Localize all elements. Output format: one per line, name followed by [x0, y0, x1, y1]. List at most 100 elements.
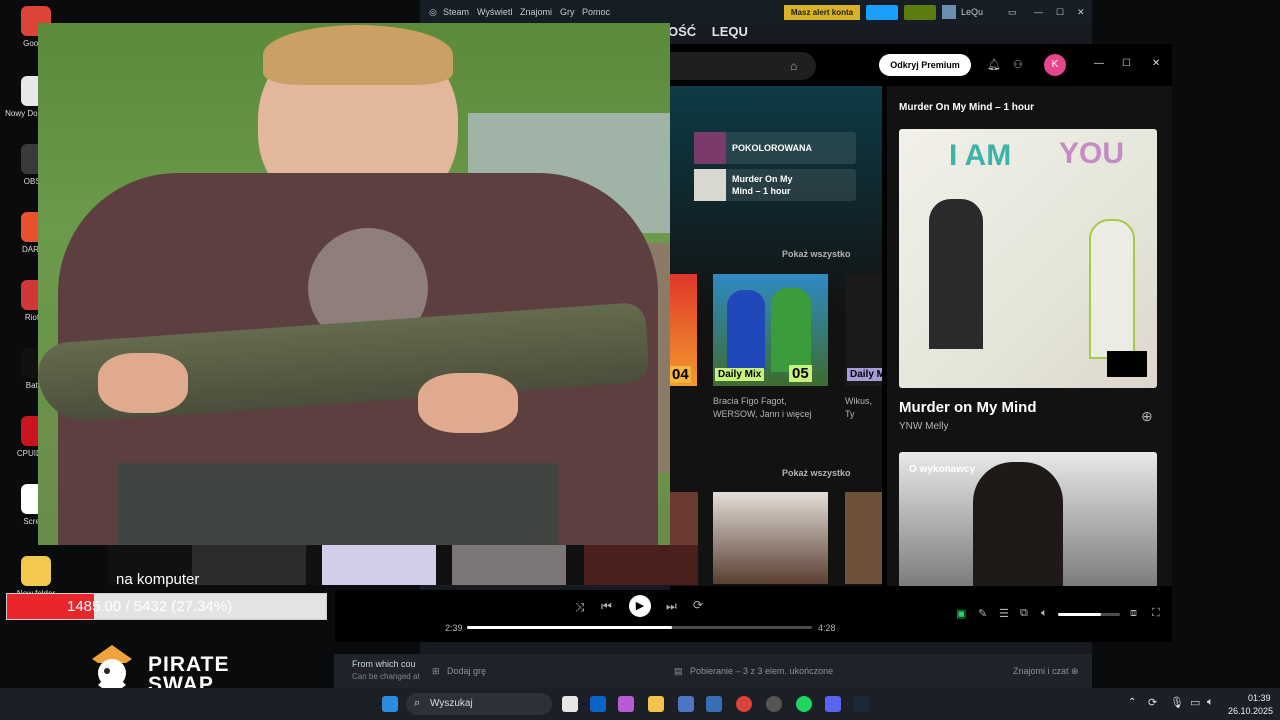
steam-nav: OŚĆ LEQU — [668, 24, 748, 39]
album-cover[interactable] — [845, 492, 882, 584]
show-all-link[interactable]: Pokaż wszystko — [782, 249, 851, 259]
progress-fill — [467, 626, 672, 629]
hand — [418, 373, 518, 433]
network-icon[interactable]: ▭ — [1190, 696, 1200, 709]
album-cover[interactable] — [713, 492, 828, 584]
bell-icon[interactable]: 🔔︎ — [987, 58, 1001, 71]
playlist-cover — [694, 132, 726, 164]
add-to-library-icon[interactable]: ⊕ — [1141, 408, 1153, 425]
fullscreen-icon[interactable]: ⛶ — [1152, 607, 1160, 620]
close-icon[interactable]: ✕ — [1152, 58, 1160, 69]
connect-device-icon[interactable]: ⧉ — [1020, 607, 1028, 620]
spotify-icon[interactable] — [796, 696, 812, 712]
chat-icon[interactable]: ⊕ — [1071, 666, 1079, 677]
search-icon: ⌕ — [414, 697, 421, 709]
steam-username[interactable]: LeQu — [961, 7, 983, 17]
graffiti-text: YOU — [1059, 137, 1125, 170]
daily-mix-label: Daily Mix — [715, 368, 765, 381]
caption-text: na komputer — [116, 571, 200, 588]
search-input[interactable]: ⌕ Wyszukaj — [406, 693, 552, 715]
thumbnail — [322, 545, 436, 585]
copilot-icon[interactable] — [618, 696, 634, 712]
figure-shape — [929, 199, 983, 349]
notifications-button[interactable] — [904, 5, 936, 20]
next-icon[interactable]: ⏭︎ — [666, 599, 677, 614]
lyrics-icon[interactable]: ✎ — [978, 607, 987, 620]
sync-icon[interactable]: ⟳ — [1148, 696, 1157, 709]
menu-steam[interactable]: Steam — [443, 7, 469, 17]
avatar[interactable]: K — [1044, 54, 1066, 76]
now-playing-view-icon[interactable]: ▣ — [956, 607, 966, 620]
volume-slider[interactable] — [1058, 613, 1120, 616]
task-view-icon[interactable] — [562, 696, 578, 712]
shuffle-icon[interactable]: ⤨ — [575, 600, 585, 615]
add-game-button[interactable]: Dodaj grę — [447, 666, 486, 676]
desktop-icon[interactable]: New folder — [0, 556, 72, 598]
menu-games[interactable]: Gry — [560, 7, 575, 17]
announcements-button[interactable] — [866, 5, 898, 20]
steam-icon[interactable] — [853, 696, 869, 712]
chrome-icon[interactable] — [736, 696, 752, 712]
downloads-status[interactable]: Pobieranie – 3 z 3 elem. ukończone — [690, 666, 833, 676]
maximize-icon[interactable]: ☐ — [1056, 7, 1064, 18]
downloads-icon: ▤ — [674, 666, 683, 676]
menu-view[interactable]: Wyświetl — [477, 7, 512, 17]
previous-icon[interactable]: ⏮︎ — [601, 599, 612, 614]
steam-logo-icon[interactable]: ◎ — [429, 7, 437, 18]
daily-mix-number: 05 — [789, 365, 812, 382]
file-explorer-icon[interactable] — [648, 696, 664, 712]
about-artist-card[interactable]: O wykonawcy — [899, 452, 1157, 586]
playlist-title: POKOLOROWANA — [732, 143, 812, 153]
discord-icon[interactable] — [825, 696, 841, 712]
minimize-icon[interactable]: — — [1094, 58, 1104, 69]
outlook-icon[interactable] — [590, 696, 606, 712]
nav-profile[interactable]: LEQU — [712, 24, 748, 39]
thumbnail — [452, 545, 566, 585]
player-bar: ⤨ ⏮︎ ▶ ⏭︎ ⟳ 2:39 4:28 ▣ ✎ ☰ ⧉ 🔈︎ ⧈ ⛶ — [335, 590, 1172, 642]
goal-counter: 1485.00 / 5432 (27.34%) — [67, 598, 233, 615]
friends-icon[interactable]: ⚇ — [1013, 58, 1023, 71]
volume-icon[interactable]: 🔈︎ — [1207, 696, 1214, 709]
playlist-shortcut[interactable]: Murder On My Mind – 1 hour — [694, 169, 856, 201]
maximize-icon[interactable]: ☐ — [1122, 58, 1131, 69]
app-icon[interactable] — [706, 696, 722, 712]
menu-friends[interactable]: Znajomi — [520, 7, 552, 17]
close-icon[interactable]: ✕ — [1077, 7, 1085, 18]
obs-icon[interactable] — [766, 696, 782, 712]
steam-menubar: ◎ Steam Wyświetl Znajomi Gry Pomoc Masz … — [420, 0, 1092, 24]
friends-chat-button[interactable]: Znajomi i czat — [1013, 666, 1069, 676]
microphone-icon[interactable]: 🎙︎ — [1170, 696, 1184, 709]
start-icon[interactable] — [382, 696, 398, 712]
track-title[interactable]: Murder on My Mind — [899, 399, 1037, 416]
avatar[interactable] — [942, 5, 956, 19]
play-button[interactable]: ▶ — [629, 595, 651, 617]
playlist-cover — [694, 169, 726, 201]
account-alert-button[interactable]: Masz alert konta — [784, 5, 860, 20]
queue-icon[interactable]: ☰ — [999, 607, 1009, 620]
menu-help[interactable]: Pomoc — [582, 7, 610, 17]
browse-icon[interactable]: ⌂ — [790, 59, 797, 73]
track-artist[interactable]: YNW Melly — [899, 421, 948, 432]
premium-button[interactable]: Odkryj Premium — [879, 54, 971, 76]
monitor-icon[interactable]: ▭ — [1008, 7, 1017, 18]
tray-chevron-icon[interactable]: ⌃ — [1128, 697, 1136, 708]
minimize-icon[interactable]: — — [1034, 7, 1043, 17]
playlist-shortcut[interactable]: POKOLOROWANA — [694, 132, 856, 164]
notice-text: Can be changed at — [352, 672, 420, 681]
clock-date[interactable]: 26.10.2025 — [1228, 706, 1273, 716]
figure-shape — [771, 288, 811, 372]
miniplayer-icon[interactable]: ⧈ — [1130, 607, 1137, 620]
nav-community[interactable]: OŚĆ — [668, 24, 696, 39]
daily-mix-cover-next[interactable]: Daily M — [845, 274, 882, 386]
repeat-icon[interactable]: ⟳ — [693, 598, 703, 612]
total-time: 4:28 — [818, 623, 836, 633]
figure-shape — [1089, 219, 1135, 359]
volume-icon[interactable]: 🔈︎ — [1041, 607, 1048, 620]
thumbnail — [192, 545, 306, 585]
store-icon[interactable] — [678, 696, 694, 712]
clock-time[interactable]: 01:39 — [1248, 693, 1271, 703]
parental-advisory-label — [1107, 351, 1147, 377]
daily-mix-cover[interactable]: Daily Mix 05 — [713, 274, 828, 386]
progress-bar[interactable] — [467, 626, 812, 629]
show-all-link[interactable]: Pokaż wszystko — [782, 468, 851, 478]
